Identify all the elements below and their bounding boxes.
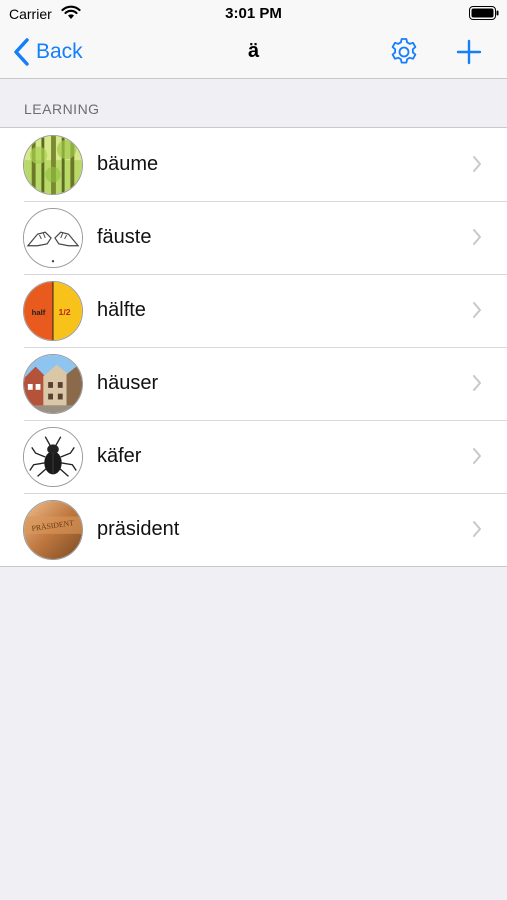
- item-label: bäume: [97, 153, 159, 175]
- list-item[interactable]: fäuste: [0, 201, 507, 274]
- fists-thumbnail: [23, 208, 83, 268]
- chevron-right-icon: [473, 375, 481, 391]
- list-item[interactable]: PRÄSIDENT präsident: [0, 493, 507, 566]
- houses-thumbnail: [23, 354, 83, 414]
- president-plaque-thumbnail: PRÄSIDENT: [23, 500, 83, 560]
- chevron-left-icon: [14, 38, 29, 66]
- half-text: half: [32, 308, 46, 317]
- list-item[interactable]: half 1/2 hälfte: [0, 274, 507, 347]
- item-label: hälfte: [97, 299, 146, 321]
- status-bar: Carrier 3:01 PM: [0, 0, 507, 28]
- section-header-learning: LEARNING: [24, 101, 100, 117]
- back-label: Back: [36, 40, 83, 63]
- fraction-text: 1/2: [59, 307, 71, 317]
- half-fraction-thumbnail: half 1/2: [23, 281, 83, 341]
- back-button[interactable]: Back: [12, 37, 83, 67]
- trees-thumbnail: [23, 135, 83, 195]
- chevron-right-icon: [473, 302, 481, 318]
- chevron-right-icon: [473, 521, 481, 537]
- list-item[interactable]: häuser: [0, 347, 507, 420]
- word-list: bäume fäuste half 1/2 hälfte häuser käfe…: [0, 127, 507, 567]
- item-label: häuser: [97, 372, 159, 394]
- chevron-right-icon: [473, 156, 481, 172]
- beetle-thumbnail: [23, 427, 83, 487]
- list-item[interactable]: bäume: [0, 128, 507, 201]
- item-label: käfer: [97, 445, 142, 467]
- status-time: 3:01 PM: [225, 5, 282, 22]
- list-item[interactable]: käfer: [0, 420, 507, 493]
- plus-icon[interactable]: [455, 36, 483, 68]
- chevron-right-icon: [473, 229, 481, 245]
- item-label: fäuste: [97, 226, 152, 248]
- gear-icon[interactable]: [388, 36, 420, 68]
- navigation-bar: Back ä: [0, 28, 507, 79]
- battery-icon: [469, 6, 499, 20]
- chevron-right-icon: [473, 448, 481, 464]
- item-label: präsident: [97, 518, 180, 540]
